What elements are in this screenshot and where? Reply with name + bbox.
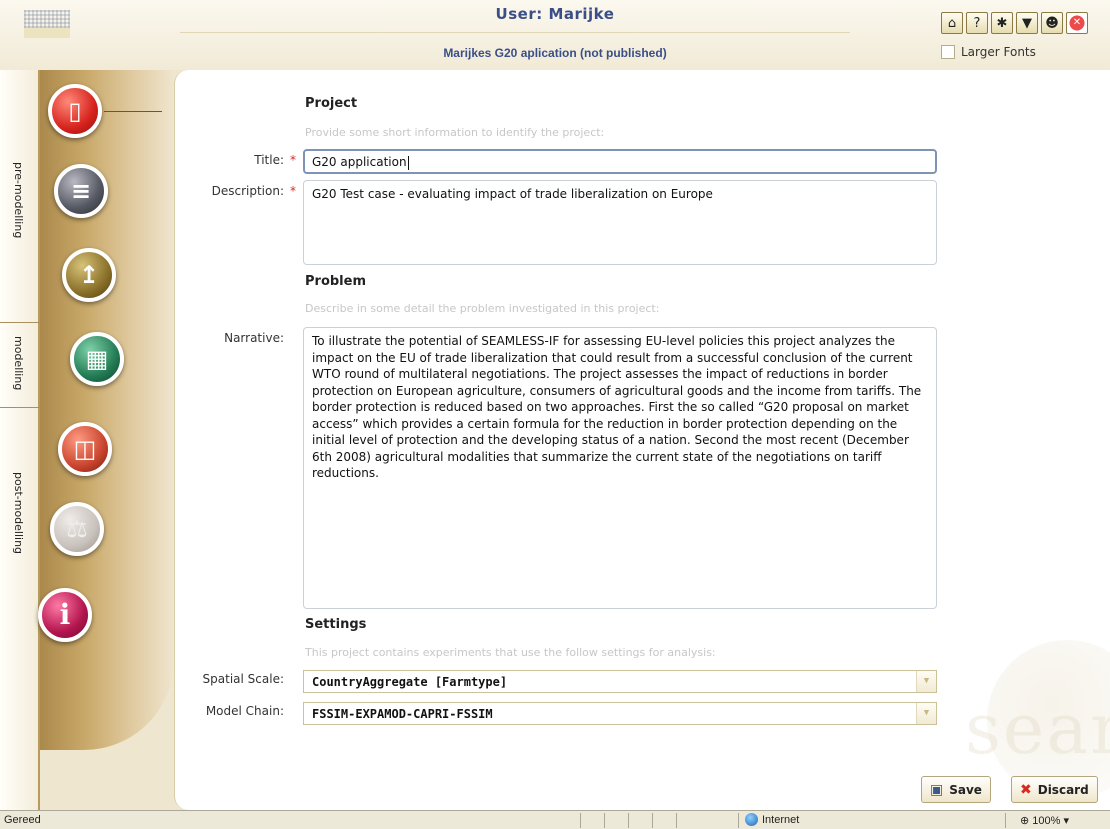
discard-button-label: Discard xyxy=(1037,782,1089,797)
larger-fonts-label: Larger Fonts xyxy=(961,45,1036,59)
status-divider xyxy=(652,813,653,828)
status-divider xyxy=(580,813,581,828)
spatial-scale-select[interactable]: CountryAggregate [Farmtype] ▼ xyxy=(303,670,937,693)
status-divider xyxy=(604,813,605,828)
status-divider xyxy=(1005,813,1006,828)
project-heading: Project xyxy=(305,96,358,111)
section-divider xyxy=(0,407,40,408)
zoom-level[interactable]: ⊕ 100% ▾ xyxy=(1020,814,1069,827)
model-chain-value: FSSIM-EXPAMOD-CAPRI-FSSIM xyxy=(312,707,493,721)
narrative-label: Narrative: xyxy=(224,331,284,345)
project-icon[interactable]: ▯ xyxy=(48,84,102,138)
section-label-post-modelling: post-modelling xyxy=(12,472,25,555)
larger-fonts-toggle[interactable]: Larger Fonts xyxy=(941,45,1036,59)
status-divider xyxy=(738,813,739,828)
required-marker: * xyxy=(290,153,296,167)
red-x-icon: ✖ xyxy=(1020,781,1032,798)
users-icon[interactable]: ☻ xyxy=(1041,12,1063,34)
description-label: Description: xyxy=(211,184,284,198)
header-divider xyxy=(180,32,850,33)
chevron-down-icon[interactable]: ▼ xyxy=(916,703,936,724)
project-form-panel: seamless Project Provide some short info… xyxy=(174,70,1110,810)
bug-icon[interactable]: ✱ xyxy=(991,12,1013,34)
header-toolbar: ⌂ ? ✱ ▼ ☻ ✕ xyxy=(941,12,1088,34)
books-icon[interactable]: ≡ xyxy=(54,164,108,218)
spatial-scale-label: Spatial Scale: xyxy=(202,672,284,686)
settings-heading: Settings xyxy=(305,617,367,632)
discard-button[interactable]: ✖ Discard xyxy=(1011,776,1098,803)
larger-fonts-checkbox[interactable] xyxy=(941,45,955,59)
problem-hint: Describe in some detail the problem inve… xyxy=(305,302,660,315)
status-divider xyxy=(676,813,677,828)
browser-statusbar: Gereed Internet ⊕ 100% ▾ xyxy=(0,810,1110,829)
home-icon[interactable]: ⌂ xyxy=(941,12,963,34)
title-input-value: G20 application xyxy=(312,155,407,169)
description-value: G20 Test case - evaluating impact of tra… xyxy=(312,187,713,201)
security-zone: Internet xyxy=(745,813,799,826)
description-textarea[interactable]: G20 Test case - evaluating impact of tra… xyxy=(303,180,937,265)
workflow-sidebar: pre-modelling modelling post-modelling ▯… xyxy=(0,70,175,815)
active-step-indicator xyxy=(104,111,162,112)
model-chain-select[interactable]: FSSIM-EXPAMOD-CAPRI-FSSIM ▼ xyxy=(303,702,937,725)
floppy-disk-icon: ▣ xyxy=(930,781,944,798)
zone-label: Internet xyxy=(762,813,800,826)
title-input[interactable]: G20 application xyxy=(303,149,937,174)
status-text: Gereed xyxy=(4,814,41,826)
brand-watermark: seamless xyxy=(965,688,1110,770)
save-button[interactable]: ▣ Save xyxy=(921,776,991,803)
app-header: User: Marijke Marijkes G20 aplication (n… xyxy=(0,0,1110,70)
required-marker: * xyxy=(290,184,296,198)
scale-icon[interactable]: ⚖ xyxy=(50,502,104,556)
title-label: Title: xyxy=(254,153,284,167)
thermometer-icon[interactable]: ↥ xyxy=(62,248,116,302)
spatial-scale-value: CountryAggregate [Farmtype] xyxy=(312,675,508,689)
problem-heading: Problem xyxy=(305,274,366,289)
text-caret xyxy=(407,155,409,170)
calculator-icon[interactable]: ▦ xyxy=(70,332,124,386)
status-divider xyxy=(628,813,629,828)
section-label-pre-modelling: pre-modelling xyxy=(12,162,25,239)
settings-hint: This project contains experiments that u… xyxy=(305,646,716,659)
chevron-down-icon[interactable]: ▼ xyxy=(916,671,936,692)
save-button-label: Save xyxy=(949,782,982,797)
project-hint: Provide some short information to identi… xyxy=(305,126,605,139)
sidebar-rail xyxy=(36,70,174,750)
info-icon[interactable]: i xyxy=(38,588,92,642)
model-chain-label: Model Chain: xyxy=(205,704,284,718)
chart-icon[interactable]: ◫ xyxy=(58,422,112,476)
zoom-value: 100% xyxy=(1032,815,1061,827)
section-label-modelling: modelling xyxy=(12,336,25,391)
narrative-textarea[interactable]: To illustrate the potential of SEAMLESS-… xyxy=(303,327,937,609)
section-divider xyxy=(0,322,40,323)
close-icon[interactable]: ✕ xyxy=(1066,12,1088,34)
tools-icon[interactable]: ▼ xyxy=(1016,12,1038,34)
internet-globe-icon xyxy=(745,813,758,826)
help-icon[interactable]: ? xyxy=(966,12,988,34)
narrative-value: To illustrate the potential of SEAMLESS-… xyxy=(312,334,922,481)
